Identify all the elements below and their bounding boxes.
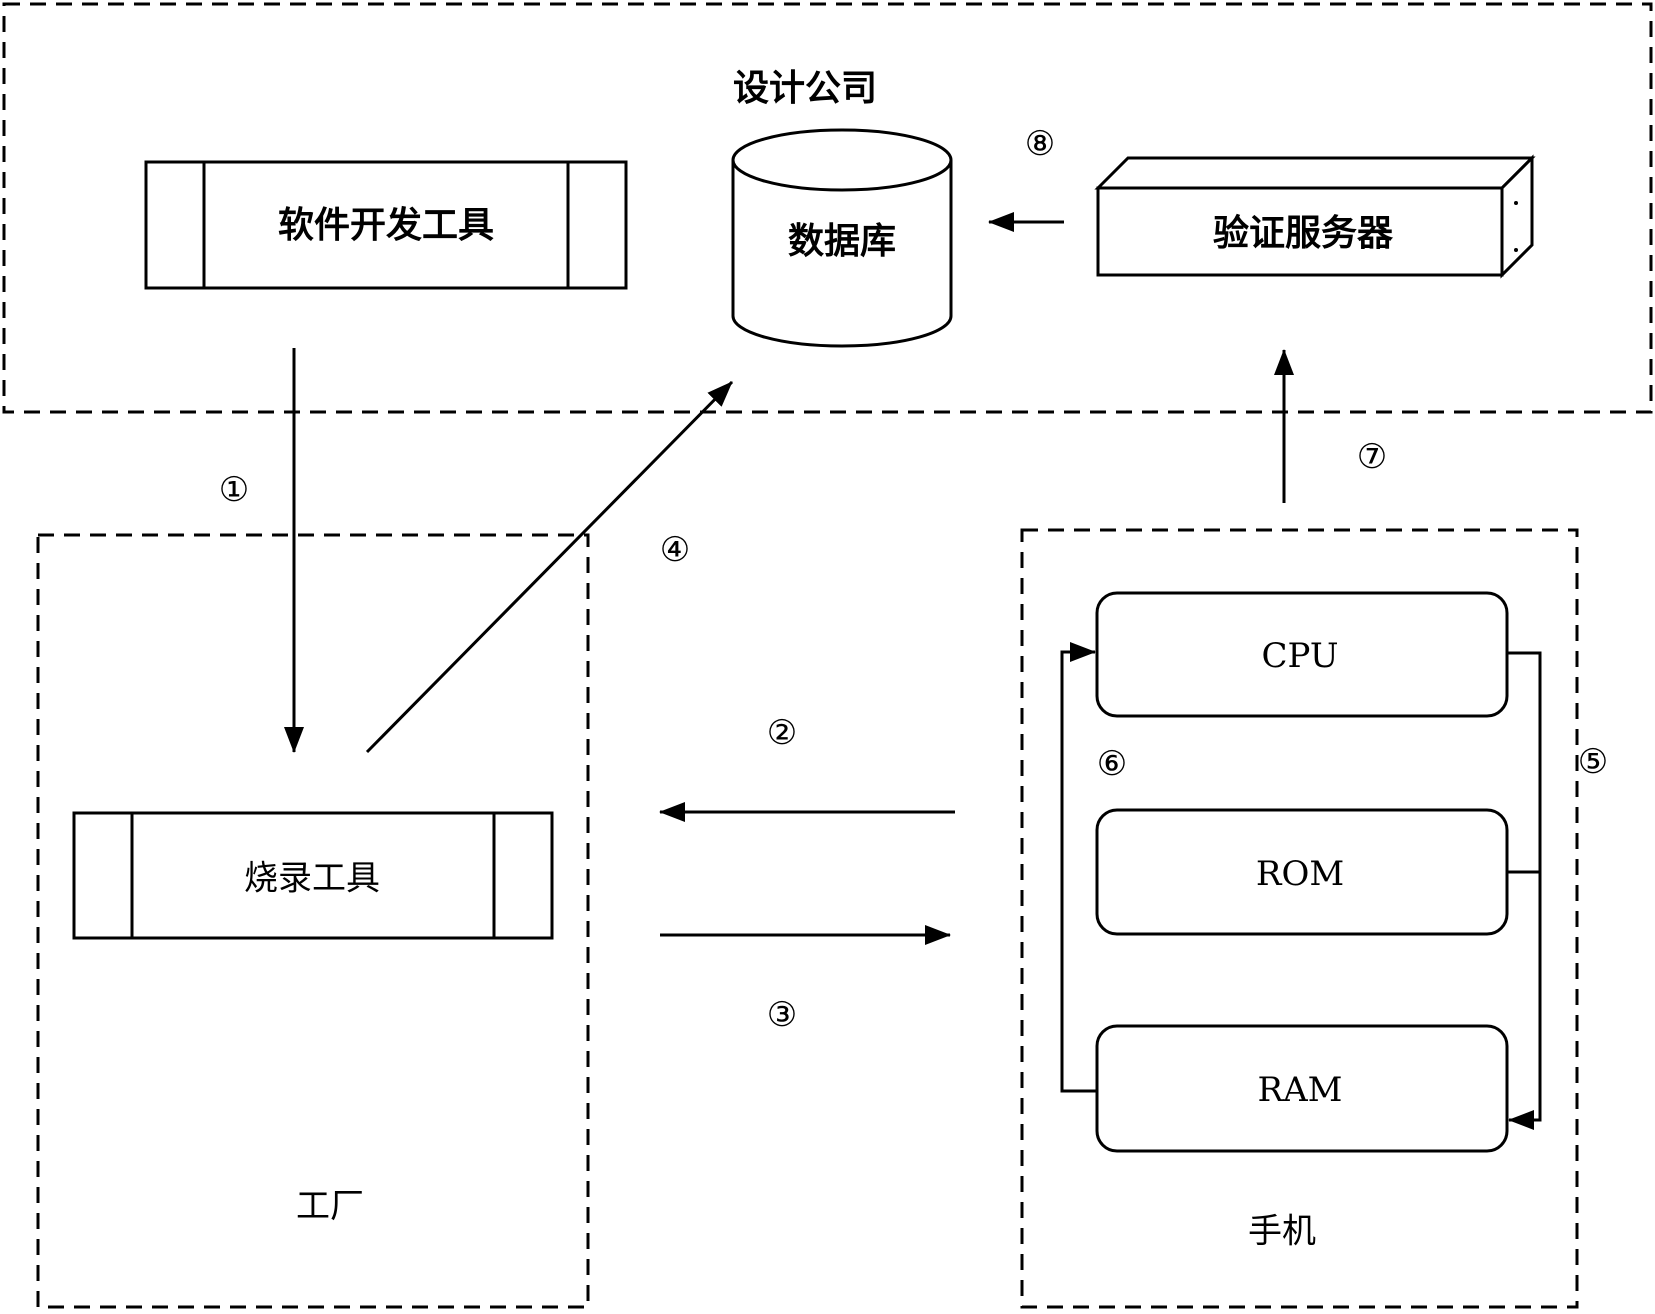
step-4-label: ④: [659, 530, 691, 570]
ram-label: RAM: [1257, 1070, 1343, 1110]
database-label: 数据库: [787, 221, 897, 262]
step-3-label: ③: [766, 995, 798, 1035]
arrow-step-6: [1060, 642, 1097, 1093]
step-5-label: ⑤: [1577, 742, 1609, 782]
design-company-label: 设计公司: [732, 68, 878, 109]
step-2-label: ②: [766, 713, 798, 753]
step-1-label: ①: [218, 470, 250, 510]
software-dev-tool-label: 软件开发工具: [277, 205, 495, 246]
rom-label: ROM: [1255, 854, 1345, 894]
step-7-label: ⑦: [1356, 437, 1388, 477]
diagram-canvas: [2, 2, 1653, 1309]
verification-server-label: 验证服务器: [1212, 213, 1394, 254]
step-8-label: ⑧: [1024, 124, 1056, 164]
burning-tool-label: 烧录工具: [244, 858, 380, 899]
cpu-label: CPU: [1261, 636, 1339, 676]
factory-label: 工厂: [296, 1186, 364, 1227]
step-6-label: ⑥: [1096, 744, 1128, 784]
phone-label: 手机: [1248, 1211, 1316, 1252]
arrow-step-5: [1507, 651, 1542, 1130]
